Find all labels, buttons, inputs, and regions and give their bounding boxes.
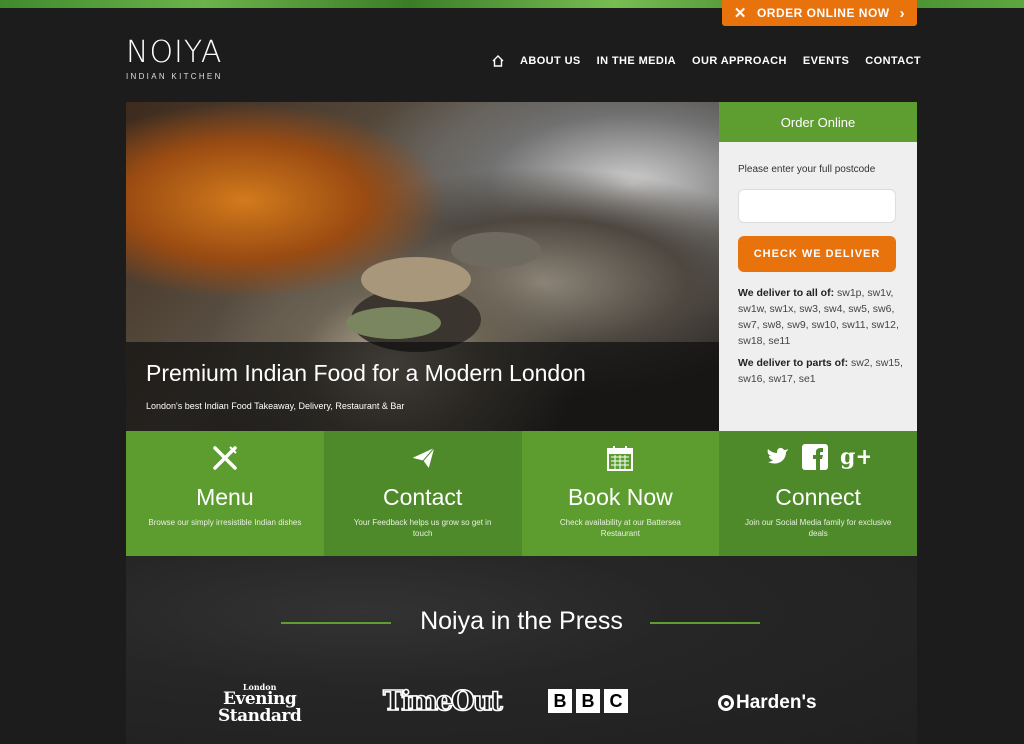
order-online-now-label: ORDER ONLINE NOW — [756, 6, 890, 20]
bbc-letter: C — [604, 689, 628, 713]
postcode-input[interactable] — [738, 189, 896, 223]
hero-title: Premium Indian Food for a Modern London — [146, 360, 586, 386]
delivery-all-areas: We deliver to all of: sw1p, sw1v, sw1w, … — [738, 285, 905, 349]
logo-name: NOIYA — [126, 35, 223, 70]
tile-contact-desc: Your Feedback helps us grow so get in to… — [353, 518, 492, 538]
tile-contact[interactable]: Contact Your Feedback helps us grow so g… — [323, 431, 522, 556]
fork-knife-icon — [213, 446, 237, 470]
main-nav: ABOUT US IN THE MEDIA OUR APPROACH EVENT… — [492, 55, 921, 67]
delivery-parts-label: We deliver to parts of: — [738, 357, 849, 369]
nav-contact[interactable]: CONTACT — [865, 55, 921, 67]
press-title: Noiya in the Press — [420, 607, 623, 635]
tile-menu[interactable]: Menu Browse our simply irresistible Indi… — [126, 431, 324, 556]
nav-events[interactable]: EVENTS — [803, 55, 849, 67]
tile-connect-title: Connect — [775, 484, 861, 510]
nav-about-us[interactable]: ABOUT US — [520, 55, 581, 67]
tile-book-now[interactable]: Book Now Check availability at our Batte… — [521, 431, 720, 556]
hardens-ring-icon — [718, 695, 734, 711]
check-we-deliver-button[interactable]: CHECK WE DELIVER — [738, 236, 896, 272]
press-divider-right — [650, 622, 760, 624]
calendar-icon — [607, 446, 634, 471]
hero-banner: Premium Indian Food for a Modern London … — [126, 102, 719, 431]
order-online-heading: Order Online — [719, 102, 917, 142]
fork-knife-icon: ✕ — [733, 5, 747, 22]
nav-our-approach[interactable]: OUR APPROACH — [692, 55, 787, 67]
feature-tiles: Menu Browse our simply irresistible Indi… — [126, 431, 917, 556]
tile-connect[interactable]: g+ Connect Join our Social Media family … — [719, 431, 917, 556]
evening-standard-logo[interactable]: London Evening Standard — [218, 683, 302, 726]
tile-contact-title: Contact — [382, 484, 463, 510]
press-logos: London Evening Standard TimeOut B B C Ha… — [126, 683, 917, 726]
delivery-all-label: We deliver to all of: — [738, 287, 835, 299]
logo-tagline: INDIAN KITCHEN — [126, 72, 223, 81]
tile-menu-desc: Browse our simply irresistible Indian di… — [148, 518, 302, 527]
chevron-right-icon: › — [899, 4, 906, 22]
tile-menu-title: Menu — [196, 484, 254, 510]
postcode-label: Please enter your full postcode — [738, 164, 876, 175]
order-online-now-button[interactable]: ✕ ORDER ONLINE NOW › — [722, 0, 917, 26]
order-online-panel: Order Online Please enter your full post… — [719, 102, 917, 431]
google-plus-icon[interactable]: g+ — [840, 444, 870, 470]
hardens-label: Harden's — [736, 692, 817, 713]
bbc-letter: B — [548, 689, 572, 713]
hardens-logo[interactable]: Harden's — [718, 692, 817, 714]
tile-connect-desc: Join our Social Media family for exclusi… — [744, 518, 892, 538]
spice-cup-image — [346, 307, 441, 339]
home-icon[interactable] — [492, 55, 504, 67]
spice-cup-image — [451, 232, 541, 268]
bbc-letter: B — [576, 689, 600, 713]
svg-text:g+: g+ — [840, 444, 870, 470]
hero-caption: Premium Indian Food for a Modern London … — [126, 342, 719, 431]
facebook-icon[interactable] — [802, 444, 829, 470]
paper-plane-icon — [409, 446, 436, 471]
spice-cup-image — [361, 257, 471, 302]
timeout-logo[interactable]: TimeOut — [382, 685, 503, 718]
nav-in-the-media[interactable]: IN THE MEDIA — [597, 55, 676, 67]
bbc-logo[interactable]: B B C — [548, 689, 628, 713]
hero-subtitle: London's best Indian Food Takeaway, Deli… — [146, 401, 405, 411]
tile-book-now-title: Book Now — [567, 484, 673, 510]
press-section: Noiya in the Press London Evening Standa… — [126, 556, 917, 744]
delivery-part-areas: We deliver to parts of: sw2, sw15, sw16,… — [738, 355, 905, 387]
twitter-icon[interactable] — [766, 444, 790, 468]
tile-book-now-desc: Check availability at our Battersea Rest… — [559, 518, 681, 538]
evening-standard-bottom: Standard — [218, 706, 302, 726]
logo[interactable]: NOIYA INDIAN KITCHEN — [126, 38, 236, 86]
